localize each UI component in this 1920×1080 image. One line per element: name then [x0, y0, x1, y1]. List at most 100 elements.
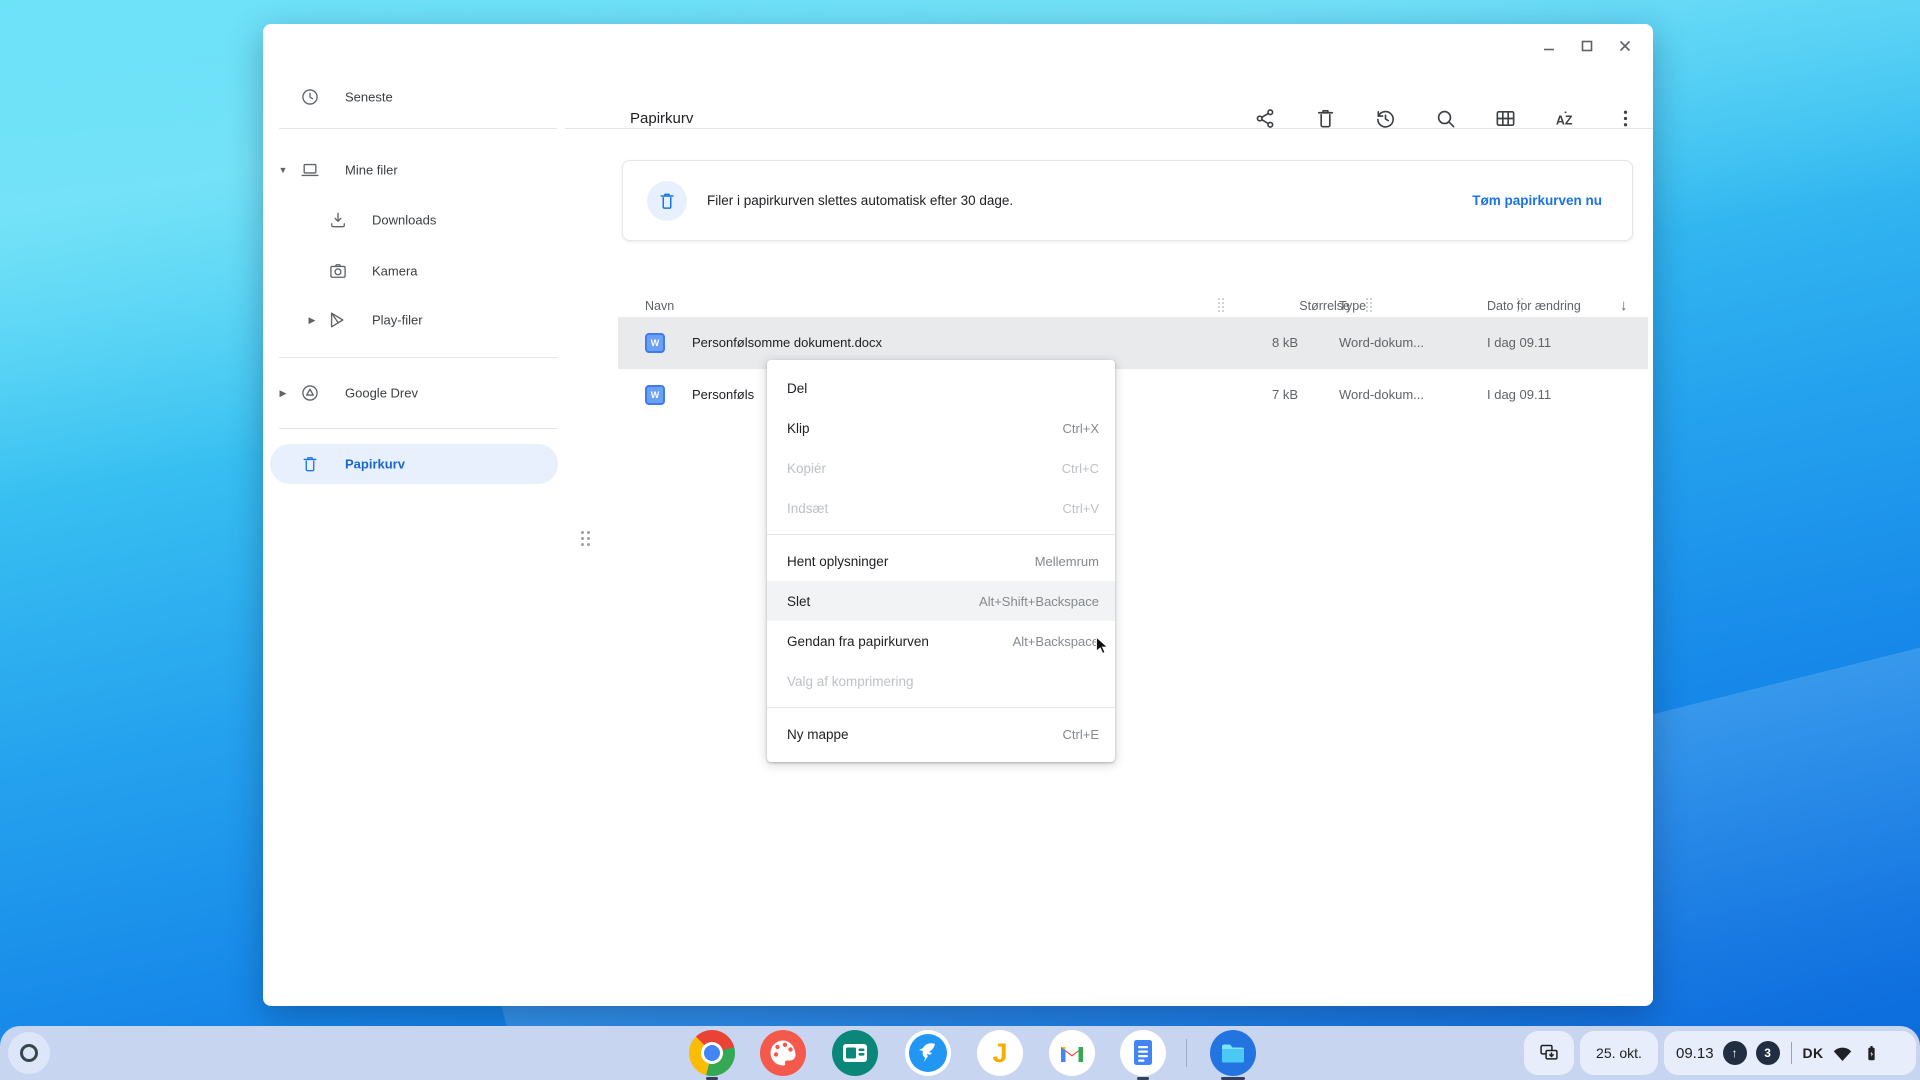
play-icon — [327, 310, 347, 330]
menu-item-del[interactable]: Del — [767, 368, 1115, 408]
shelf-separator — [1186, 1039, 1187, 1067]
sidebar-divider — [279, 357, 557, 358]
toolbar: AZ — [1254, 107, 1637, 130]
sidebar-item-label: Seneste — [345, 90, 393, 105]
wifi-icon — [1832, 1043, 1852, 1063]
menu-item-shortcut: Alt+Shift+Backspace — [979, 594, 1099, 609]
sidebar-item-play-filer[interactable]: ▶ Play-filer — [263, 302, 565, 338]
date-label: 25. okt. — [1596, 1045, 1642, 1061]
more-icon[interactable] — [1614, 107, 1637, 130]
shelf-app-bird[interactable] — [905, 1030, 951, 1076]
word-doc-icon: W — [645, 333, 665, 353]
menu-item-label: Del — [787, 381, 807, 396]
mouse-cursor — [1093, 636, 1111, 660]
screen-share-tray-button[interactable] — [1524, 1031, 1574, 1075]
svg-text:AZ: AZ — [1556, 113, 1573, 127]
search-icon[interactable] — [1434, 107, 1457, 130]
page-title: Papirkurv — [630, 110, 693, 127]
grid-view-icon[interactable] — [1494, 107, 1517, 130]
laptop-icon — [300, 160, 320, 180]
keyboard-layout-label: DK — [1803, 1045, 1824, 1061]
arrow-up-badge-icon: ↑ — [1723, 1041, 1747, 1065]
chevron-down-icon[interactable]: ▼ — [277, 164, 289, 176]
screencast-icon — [832, 1030, 878, 1076]
camera-icon — [328, 261, 348, 281]
bird-app-icon — [905, 1030, 951, 1076]
restore-icon[interactable] — [1374, 107, 1397, 130]
sidebar: Seneste ▼ Mine filer Downloads — [263, 24, 565, 1006]
file-name: Personfølsomme dokument.docx — [692, 335, 882, 350]
close-button[interactable] — [1611, 32, 1639, 60]
files-icon — [1210, 1030, 1256, 1076]
column-header-name[interactable]: Navn — [645, 299, 674, 313]
clock-label: 09.13 — [1676, 1045, 1714, 1062]
menu-item-label: Slet — [787, 594, 810, 609]
menu-item-gendan[interactable]: Gendan fra papirkurven Alt+Backspace — [767, 621, 1115, 661]
trash-icon — [300, 454, 320, 474]
sort-direction-icon[interactable]: ↓ — [1620, 297, 1628, 314]
chevron-right-icon[interactable]: ▶ — [306, 314, 318, 326]
menu-item-label: Klip — [787, 421, 810, 436]
sidebar-item-kamera[interactable]: Kamera — [263, 253, 565, 289]
status-tray[interactable]: 09.13 ↑ 3 DK — [1664, 1031, 1916, 1075]
screen-share-icon — [1539, 1043, 1559, 1063]
launcher-button[interactable] — [8, 1032, 50, 1074]
menu-item-valg-af-komprimering: Valg af komprimering — [767, 661, 1115, 701]
date-tray-button[interactable]: 25. okt. — [1580, 1031, 1658, 1075]
file-type: Word-dokum... — [1339, 387, 1424, 402]
chevron-right-icon[interactable]: ▶ — [277, 387, 289, 399]
menu-item-shortcut: Ctrl+X — [1063, 421, 1099, 436]
sidebar-item-label: Papirkurv — [345, 457, 405, 472]
shelf-app-docs[interactable] — [1120, 1030, 1166, 1076]
menu-item-slet[interactable]: Slet Alt+Shift+Backspace — [767, 581, 1115, 621]
sidebar-item-seneste[interactable]: Seneste — [263, 79, 565, 115]
sidebar-divider — [279, 428, 557, 429]
launcher-ring-icon — [20, 1044, 38, 1062]
notification-count-badge: 3 — [1756, 1041, 1780, 1065]
trash-icon — [647, 181, 687, 221]
delete-icon[interactable] — [1314, 107, 1337, 130]
files-app-window: Seneste ▼ Mine filer Downloads — [263, 24, 1653, 1006]
empty-trash-button[interactable]: Tøm papirkurven nu — [1472, 193, 1602, 208]
svg-text:J: J — [992, 1038, 1007, 1068]
sidebar-item-papirkurv[interactable]: Papirkurv — [270, 444, 558, 484]
column-header-type[interactable]: Type — [1339, 299, 1366, 313]
banner-text: Filer i papirkurven slettes automatisk e… — [707, 193, 1013, 208]
sidebar-item-label: Downloads — [372, 213, 436, 228]
menu-item-klip[interactable]: Klip Ctrl+X — [767, 408, 1115, 448]
menu-item-ny-mappe[interactable]: Ny mappe Ctrl+E — [767, 714, 1115, 754]
shelf-app-jamboard[interactable]: J — [977, 1030, 1023, 1076]
shelf-app-gmail[interactable] — [1049, 1030, 1095, 1076]
menu-item-label: Gendan fra papirkurven — [787, 634, 929, 649]
menu-item-shortcut: Ctrl+V — [1063, 501, 1099, 516]
menu-divider — [767, 707, 1115, 708]
column-header-size[interactable]: Størrelse — [1218, 299, 1350, 313]
battery-icon — [1861, 1043, 1881, 1063]
sort-az-icon[interactable]: AZ — [1554, 107, 1577, 130]
shelf-app-gallery[interactable] — [760, 1030, 806, 1076]
sidebar-item-label: Kamera — [372, 264, 418, 279]
menu-item-shortcut: Ctrl+E — [1063, 727, 1099, 742]
share-icon[interactable] — [1254, 107, 1277, 130]
shelf-app-files[interactable] — [1210, 1030, 1256, 1076]
word-doc-icon: W — [645, 385, 665, 405]
sidebar-item-downloads[interactable]: Downloads — [263, 202, 565, 238]
column-resize-handle[interactable] — [1366, 298, 1373, 316]
download-icon — [328, 210, 348, 230]
shelf: J — [0, 1026, 1920, 1080]
menu-item-hent-oplysninger[interactable]: Hent oplysninger Mellemrum — [767, 541, 1115, 581]
menu-item-shortcut: Mellemrum — [1035, 554, 1099, 569]
shelf-app-screencast[interactable] — [832, 1030, 878, 1076]
shelf-app-chrome[interactable] — [689, 1030, 735, 1076]
clock-icon — [300, 87, 320, 107]
maximize-button[interactable] — [1573, 32, 1601, 60]
sidebar-item-mine-filer[interactable]: ▼ Mine filer — [263, 152, 565, 188]
minimize-button[interactable] — [1535, 32, 1563, 60]
menu-item-shortcut: Alt+Backspace — [1013, 634, 1099, 649]
menu-item-kopier: Kopiér Ctrl+C — [767, 448, 1115, 488]
menu-item-label: Indsæt — [787, 501, 828, 516]
column-header-date[interactable]: Dato for ændring — [1487, 299, 1581, 313]
context-menu: Del Klip Ctrl+X Kopiér Ctrl+C Indsæt Ctr… — [767, 360, 1115, 762]
sidebar-item-google-drev[interactable]: ▶ Google Drev — [263, 375, 565, 411]
file-size: 8 kB — [1178, 335, 1298, 350]
